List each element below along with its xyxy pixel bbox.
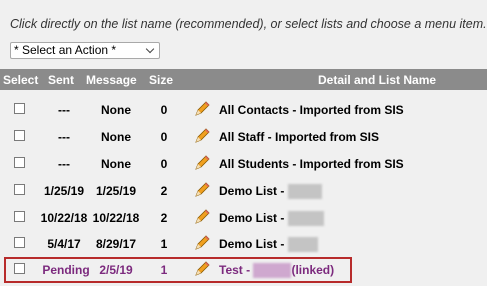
sent-cell: 10/22/18	[40, 211, 88, 225]
column-header-select: Select	[3, 73, 39, 87]
table-row: --- None 0 All Contacts - Imported from …	[0, 97, 487, 123]
highlight-box	[4, 257, 352, 283]
table-row: 1/25/19 1/25/19 2 Demo List -	[0, 178, 487, 204]
row-checkbox[interactable]	[14, 130, 25, 141]
pencil-icon[interactable]	[193, 181, 211, 199]
sent-cell: ---	[58, 130, 70, 144]
row-checkbox[interactable]	[14, 157, 25, 168]
table-header: Select Sent Message Size Detail and List…	[0, 69, 487, 90]
size-cell: 2	[160, 211, 168, 225]
list-name-link[interactable]: All Staff - Imported from SIS	[219, 130, 379, 144]
redacted-name-block	[287, 184, 322, 200]
action-select[interactable]: * Select an Action *	[10, 42, 160, 59]
pencil-icon[interactable]	[193, 208, 211, 226]
table-row: --- None 0 All Staff - Imported from SIS	[0, 124, 487, 150]
message-cell: 10/22/18	[92, 211, 140, 225]
size-cell: 0	[160, 103, 168, 117]
instructions-text: Click directly on the list name (recomme…	[10, 17, 487, 31]
table-row: 10/22/18 10/22/18 2 Demo List -	[0, 205, 487, 231]
table-row: --- None 0 All Students - Imported from …	[0, 151, 487, 177]
list-name-link[interactable]: All Students - Imported from SIS	[219, 157, 404, 171]
column-header-sent: Sent	[48, 73, 75, 87]
list-name-link[interactable]: All Contacts - Imported from SIS	[219, 103, 404, 117]
row-checkbox[interactable]	[14, 237, 25, 248]
row-checkbox[interactable]	[14, 211, 25, 222]
sent-cell: ---	[58, 103, 70, 117]
chevron-down-icon	[145, 44, 155, 54]
action-select-value: * Select an Action *	[14, 43, 117, 57]
message-cell: None	[101, 130, 131, 144]
list-name-link[interactable]: Demo List -	[219, 237, 318, 253]
row-checkbox[interactable]	[14, 103, 25, 114]
size-cell: 1	[160, 237, 168, 251]
pencil-icon[interactable]	[193, 100, 211, 118]
list-name-text: Demo List -	[219, 184, 285, 198]
pencil-icon[interactable]	[193, 127, 211, 145]
row-checkbox[interactable]	[14, 184, 25, 195]
column-header-detail: Detail and List Name	[318, 73, 437, 87]
list-name-link[interactable]: Demo List -	[219, 211, 324, 227]
size-cell: 2	[160, 184, 168, 198]
size-cell: 0	[160, 157, 168, 171]
table-row: 5/4/17 8/29/17 1 Demo List -	[0, 231, 487, 257]
message-cell: 8/29/17	[95, 237, 137, 251]
sent-cell: 1/25/19	[43, 184, 85, 198]
list-name-link[interactable]: Demo List -	[219, 184, 322, 200]
message-cell: None	[101, 157, 131, 171]
sent-cell: ---	[58, 157, 70, 171]
sent-cell: 5/4/17	[47, 237, 81, 251]
list-name-text: Demo List -	[219, 237, 285, 251]
size-cell: 0	[160, 130, 168, 144]
redacted-name-block	[287, 237, 318, 253]
column-header-message: Message	[86, 73, 137, 87]
pencil-icon[interactable]	[193, 154, 211, 172]
column-header-size: Size	[149, 73, 174, 87]
pencil-icon[interactable]	[193, 234, 211, 252]
message-cell: None	[101, 103, 131, 117]
redacted-name-block	[287, 211, 324, 227]
message-cell: 1/25/19	[95, 184, 137, 198]
list-name-text: Demo List -	[219, 211, 285, 225]
